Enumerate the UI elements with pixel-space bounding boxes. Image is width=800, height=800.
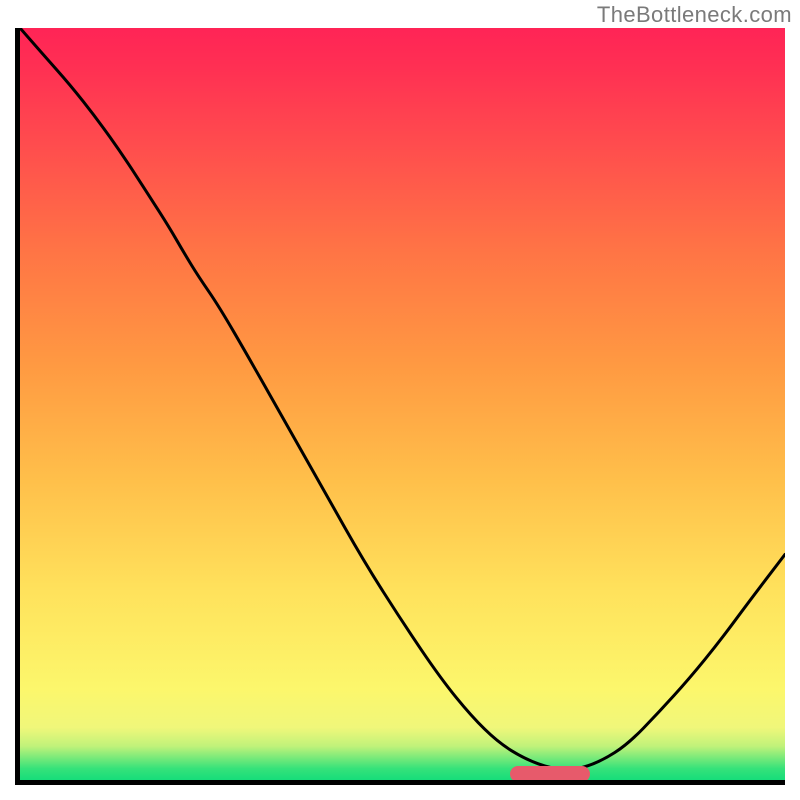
optimal-range-marker (510, 766, 590, 782)
plot-area (15, 28, 785, 785)
plot-inner (20, 28, 785, 780)
watermark-text: TheBottleneck.com (597, 2, 792, 28)
plot-svg (20, 28, 785, 780)
gradient-background (20, 28, 785, 780)
